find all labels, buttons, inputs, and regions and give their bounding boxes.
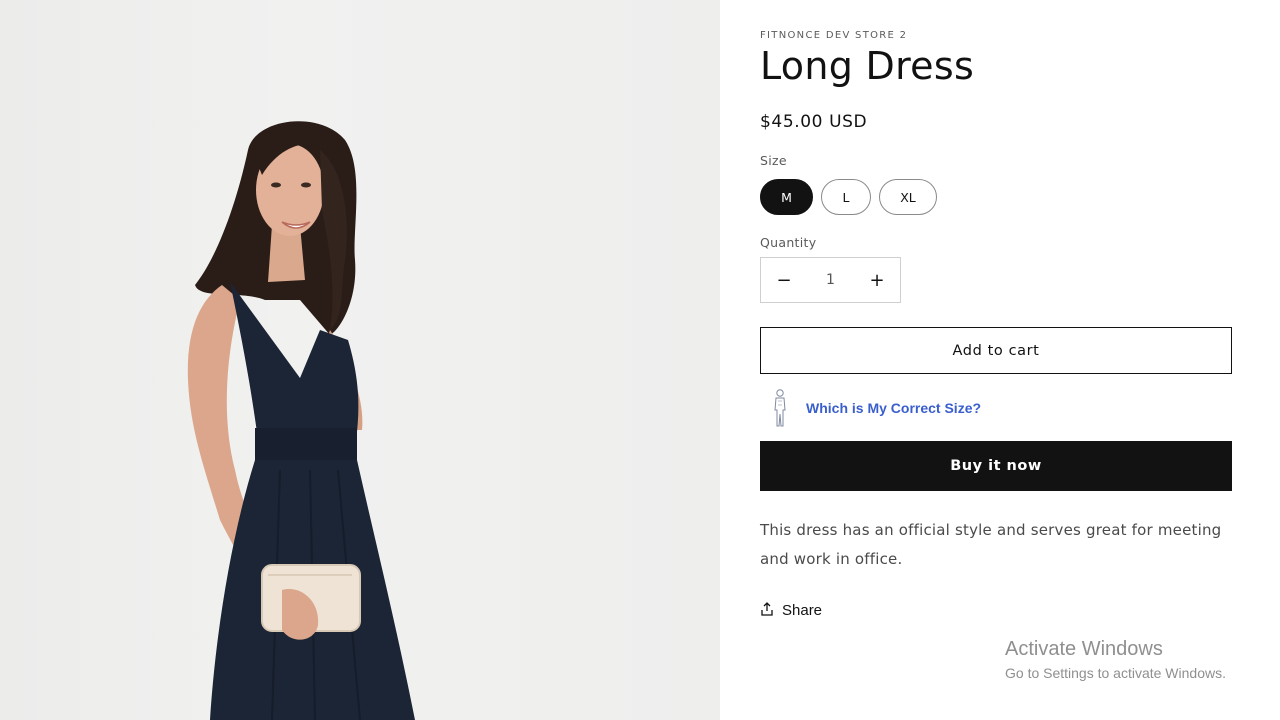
size-option-xl[interactable]: XL <box>879 179 937 215</box>
size-finder-link[interactable]: Which is My Correct Size? <box>760 388 981 428</box>
watermark-subtitle: Go to Settings to activate Windows. <box>1005 665 1226 681</box>
buy-now-button[interactable]: Buy it now <box>760 441 1232 491</box>
share-upload-icon <box>760 601 774 620</box>
product-title: Long Dress <box>760 44 975 88</box>
quantity-label: Quantity <box>760 235 817 250</box>
product-photo-illustration <box>187 121 415 720</box>
share-label: Share <box>782 601 823 619</box>
size-options: M L XL <box>760 179 937 215</box>
quantity-stepper: − 1 + <box>760 257 901 303</box>
body-figure-icon <box>760 388 800 428</box>
size-option-m[interactable]: M <box>760 179 813 215</box>
product-price: $45.00 USD <box>760 112 868 132</box>
product-image[interactable] <box>0 0 720 720</box>
windows-activation-watermark: Activate Windows Go to Settings to activ… <box>1005 636 1226 684</box>
quantity-decrease-button[interactable]: − <box>761 258 807 302</box>
share-button[interactable]: Share <box>760 598 822 622</box>
size-finder-text: Which is My Correct Size? <box>806 400 982 416</box>
quantity-input[interactable]: 1 <box>811 272 851 288</box>
add-to-cart-button[interactable]: Add to cart <box>760 327 1232 374</box>
product-description: This dress has an official style and ser… <box>760 521 1222 568</box>
vendor-name: FITNONCE DEV STORE 2 <box>760 30 908 41</box>
size-label: Size <box>760 153 787 168</box>
product-info: FITNONCE DEV STORE 2 Long Dress $45.00 U… <box>760 0 1232 720</box>
quantity-increase-button[interactable]: + <box>854 258 900 302</box>
size-option-l[interactable]: L <box>821 179 871 215</box>
watermark-title: Activate Windows <box>1005 638 1163 660</box>
